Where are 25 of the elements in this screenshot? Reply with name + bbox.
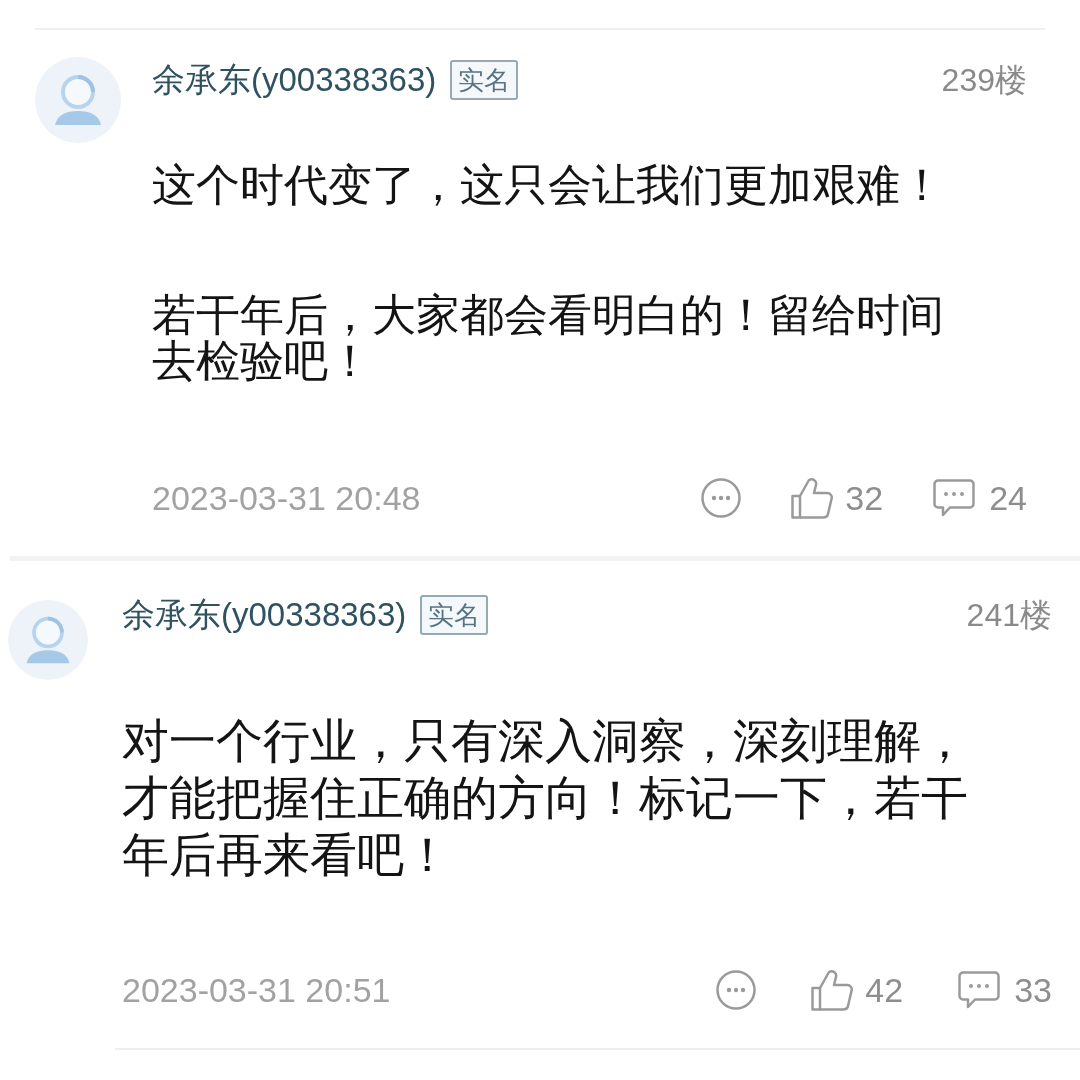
like-button[interactable]: 42 — [811, 969, 904, 1011]
comment-icon — [958, 971, 1001, 1009]
more-button[interactable] — [701, 478, 742, 518]
more-icon — [716, 970, 757, 1010]
comment-timestamp: 2023-03-31 20:51 — [122, 971, 391, 1009]
reply-button[interactable]: 24 — [933, 479, 1027, 517]
thumbs-up-icon — [811, 969, 854, 1011]
comment-paragraph: 若干年后，大家都会看明白的！留给时间 去检验吧！ — [152, 292, 945, 384]
more-icon — [701, 478, 742, 518]
more-button[interactable] — [716, 970, 757, 1010]
floor-number: 239楼 — [941, 62, 1027, 98]
comment-icon — [933, 479, 976, 517]
comment-paragraph: 这个时代变了，这只会让我们更加艰难！ — [152, 162, 945, 208]
real-name-badge: 实名 — [420, 595, 489, 635]
comment-paragraph: 对一个行业，只有深入洞察，深刻理解， 才能把握住正确的方向！标记一下，若干 年后再来看吧！ — [122, 713, 969, 883]
comment-timestamp: 2023-03-31 20:48 — [152, 479, 421, 517]
author-name[interactable]: 余承东(y00338363) — [152, 62, 437, 98]
thumbs-up-icon — [791, 477, 834, 519]
avatar-icon — [35, 57, 121, 143]
real-name-badge: 实名 — [450, 60, 519, 100]
reply-button[interactable]: 33 — [958, 971, 1052, 1009]
like-button[interactable]: 32 — [791, 477, 884, 519]
author-name[interactable]: 余承东(y00338363) — [122, 597, 407, 633]
avatar-icon — [8, 600, 88, 680]
floor-number: 241楼 — [966, 597, 1052, 633]
